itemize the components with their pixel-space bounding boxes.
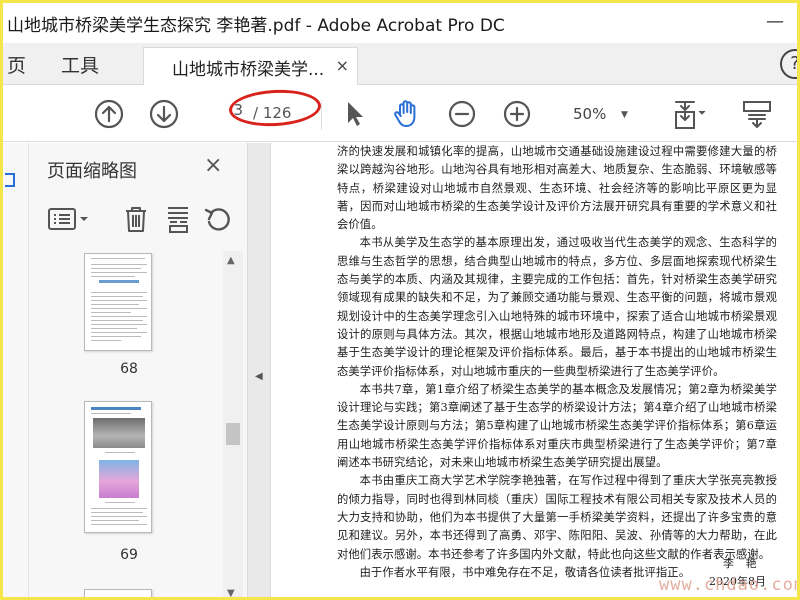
paragraph: 本书由重庆工商大学艺术学院李艳独著，在写作过程中得到了重庆大学张亮亮教授的倾力指… [337,474,777,561]
extract-icon[interactable] [163,204,193,234]
tab-close-icon[interactable]: × [336,56,349,75]
page-thumbnail[interactable] [84,401,152,533]
delete-icon[interactable] [121,204,151,234]
tab-document[interactable]: 山地城市桥梁美学... × [143,47,358,85]
page-thumbnail[interactable] [84,589,152,597]
tab-bar: 页 工具 山地城市桥梁美学... × ? [3,43,797,85]
page-thumbnails-panel: 页面缩略图 × 68 69 ▲ ▼ [29,143,247,597]
watermark: www.chdao.com [659,575,800,595]
thumbnail-page-number: 69 [120,547,138,563]
toolbar-divider [321,100,322,130]
hand-icon[interactable] [391,98,423,130]
page-thumbnail[interactable] [84,253,152,351]
tab-tools[interactable]: 工具 [61,51,99,78]
app-window: 山地城市桥梁美学生态探究 李艳著.pdf - Adobe Acrobat Pro… [0,0,800,600]
minimize-button[interactable]: — [755,9,795,35]
thumbnail-list: 68 69 [29,251,229,597]
zoom-value[interactable]: 50% [573,105,606,123]
panel-toolbar [29,198,247,242]
panel-close-icon[interactable]: × [204,153,222,178]
highlight-oval [228,87,322,129]
tab-document-label: 山地城市桥梁美学... [172,60,325,80]
tab-home[interactable]: 页 [7,51,26,78]
document-view[interactable]: 济的快速发展和城镇化率的提高，山地城市交通基础设施建设过程中需要修建大量的桥梁以… [271,143,800,597]
panel-title: 页面缩略图 [47,161,137,182]
next-page-icon[interactable] [148,98,180,130]
rotate-icon[interactable] [203,204,233,234]
help-icon[interactable]: ? [780,49,797,79]
zoom-dropdown-icon[interactable]: ▼ [621,110,628,120]
toolbar: 3 / 126 50% ▼ [3,86,797,142]
thumbnail-page-number: 68 [120,361,138,377]
page-thumbnails-icon[interactable] [5,173,15,187]
zoom-out-icon[interactable] [446,98,478,130]
paragraph: 本书从美学及生态学的基本原理出发，通过吸收当代生态美学的观念、生态科学的思维与生… [337,236,777,378]
page-options-icon[interactable] [47,204,91,234]
left-navigation-strip [3,143,29,597]
fit-page-icon[interactable] [671,98,707,130]
document-page: 济的快速发展和城镇化率的提高，山地城市交通基础设施建设过程中需要修建大量的桥梁以… [337,143,777,597]
thumbnail-scrollbar[interactable]: ▲ ▼ [223,251,243,597]
scrollbar-thumb[interactable] [226,423,240,445]
title-bar: 山地城市桥梁美学生态探究 李艳著.pdf - Adobe Acrobat Pro… [3,3,797,43]
zoom-in-icon[interactable] [501,98,533,130]
collapse-arrow-icon[interactable]: ◀ [255,371,263,382]
prev-page-icon[interactable] [93,98,125,130]
window-title: 山地城市桥梁美学生态探究 李艳著.pdf - Adobe Acrobat Pro… [7,16,505,36]
panel-collapse-handle[interactable]: ◀ [247,143,271,597]
select-arrow-icon[interactable] [339,98,371,130]
scroll-up-icon[interactable]: ▲ [227,255,235,266]
signature-name: 李 艳 [723,557,761,570]
paragraph: 本书共7章，第1章介绍了桥梁生态美学的基本概念及发展情况；第2章为桥梁美学设计理… [337,382,777,470]
scroll-mode-icon[interactable] [739,98,775,130]
paragraph: 济的快速发展和城镇化率的提高，山地城市交通基础设施建设过程中需要修建大量的桥梁以… [337,145,777,232]
scroll-down-icon[interactable]: ▼ [227,588,235,597]
